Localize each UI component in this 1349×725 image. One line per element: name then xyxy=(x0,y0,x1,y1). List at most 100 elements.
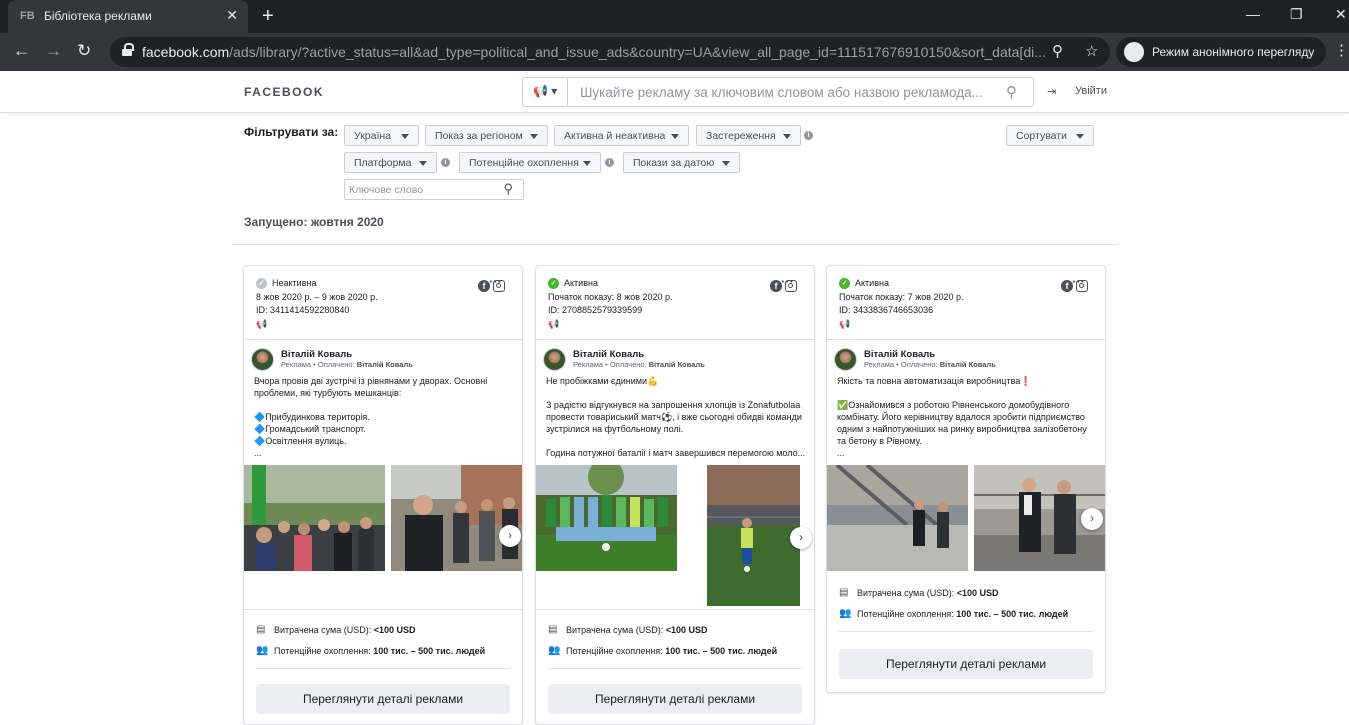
search-separator xyxy=(567,78,568,106)
ad-carousel[interactable]: › xyxy=(536,465,814,606)
ad-stats: ▤ Витрачена сума (USD): <100 USD 👥 Потенці… xyxy=(536,610,814,669)
keyword-input[interactable]: Ключове слово ⚲ xyxy=(344,179,524,200)
close-window-icon[interactable]: ✕ xyxy=(1335,6,1347,23)
page-name[interactable]: Віталій Коваль xyxy=(864,349,935,360)
filter-region[interactable]: Показ за регіоном xyxy=(425,125,548,146)
browser-menu-icon[interactable]: ⋮ xyxy=(1334,41,1349,59)
money-icon: ▤ xyxy=(839,587,849,598)
avatar[interactable] xyxy=(834,348,857,371)
platform-info-icon[interactable]: i xyxy=(441,158,450,167)
ad-carousel[interactable]: › xyxy=(827,465,1105,571)
money-icon: ▤ xyxy=(256,624,266,635)
ad-search-box[interactable]: 📢 ▾ Шукайте рекламу за ключовим словом а… xyxy=(522,77,1034,107)
carousel-image[interactable] xyxy=(827,465,968,571)
avatar[interactable] xyxy=(543,348,566,371)
more-options-icon[interactable]: ··· xyxy=(781,274,794,289)
ad-card-meta: ✓ Активна Початок показу: 8 жов 2020 р. … xyxy=(536,266,814,340)
see-ad-details-button[interactable]: Переглянути деталі реклами xyxy=(548,684,802,714)
carousel-next-icon[interactable]: › xyxy=(790,527,812,549)
spent-row: ▤ Витрачена сума (USD): <100 USD xyxy=(839,587,999,598)
page-name[interactable]: Віталій Коваль xyxy=(573,349,644,360)
ad-status: ✓ Неактивна xyxy=(256,278,316,289)
megaphone-icon: 📢 xyxy=(256,319,268,329)
disclaimers-info-icon[interactable]: i xyxy=(804,131,813,140)
reach-info-icon[interactable]: i xyxy=(605,158,614,167)
ad-card-meta: ✓ Активна Початок показу: 7 жов 2020 р. … xyxy=(827,266,1105,340)
megaphone-icon: 📢 xyxy=(548,319,560,329)
browser-nav-bar: ← → ↻ facebook.com/ads/library/?active_s… xyxy=(0,33,1349,71)
stats-divider xyxy=(548,668,802,669)
ad-dates: 8 жов 2020 р. – 9 жов 2020 р. xyxy=(256,292,378,302)
carousel-image[interactable] xyxy=(244,465,385,571)
filter-label: Фільтрувати за: xyxy=(244,125,339,139)
ad-text: Якість та повна автоматизація виробництв… xyxy=(837,376,1087,458)
ad-text: Вчора провів дві зустрічі із рівнянами у… xyxy=(254,376,488,458)
section-divider xyxy=(232,244,1118,245)
people-icon: 👥 xyxy=(256,645,269,656)
sponsored-line: Реклама • Оплачено: Віталій Коваль xyxy=(281,360,413,369)
incognito-label: Режим анонімного перегляду xyxy=(1152,45,1315,59)
ad-id: ID: 3411414592280840 xyxy=(256,305,350,315)
sponsored-line: Реклама • Оплачено: Віталій Коваль xyxy=(573,360,705,369)
ad-card: ✓ Неактивна 8 жов 2020 р. – 9 жов 2020 р… xyxy=(243,265,523,725)
lock-icon[interactable] xyxy=(122,43,134,56)
tab-title: Бібліотека реклами xyxy=(44,9,152,23)
sponsored-line: Реклама • Оплачено: Віталій Коваль xyxy=(864,360,996,369)
facebook-logo[interactable]: FACEBOOK xyxy=(244,85,324,99)
url-text[interactable]: facebook.com/ads/library/?active_status=… xyxy=(142,44,1047,60)
forward-icon[interactable]: → xyxy=(45,41,62,61)
avatar[interactable] xyxy=(251,348,274,371)
incognito-icon xyxy=(1124,42,1144,62)
people-icon: 👥 xyxy=(839,608,852,619)
close-tab-icon[interactable]: ✕ xyxy=(226,7,238,24)
filter-reach[interactable]: Потенційне охоплення xyxy=(459,152,601,173)
more-options-icon[interactable]: ··· xyxy=(1072,274,1085,289)
filter-disclaimers[interactable]: Застереження xyxy=(696,125,801,146)
carousel-next-icon[interactable]: › xyxy=(499,525,521,547)
active-status-icon: ✓ xyxy=(839,278,850,289)
spent-row: ▤ Витрачена сума (USD): <100 USD xyxy=(548,624,708,635)
ad-page-header: Віталій Коваль Реклама • Оплачено: Вітал… xyxy=(244,340,522,374)
inactive-status-icon: ✓ xyxy=(256,278,267,289)
carousel-image[interactable] xyxy=(707,465,800,606)
ad-card: ✓ Активна Початок показу: 7 жов 2020 р. … xyxy=(826,265,1106,693)
carousel-next-icon[interactable]: › xyxy=(1081,508,1103,530)
reload-icon[interactable]: ↻ xyxy=(77,41,91,61)
filter-platform[interactable]: Платформа xyxy=(344,152,437,173)
ad-id: ID: 2708852579339599 xyxy=(548,305,643,315)
fb-header: FACEBOOK 📢 ▾ Шукайте рекламу за ключовим… xyxy=(0,71,1349,113)
filter-dates[interactable]: Покази за датою xyxy=(623,152,740,173)
zoom-search-icon[interactable]: ⚲ xyxy=(1052,42,1063,60)
people-icon: 👥 xyxy=(548,645,561,656)
back-icon[interactable]: ← xyxy=(13,41,30,61)
see-ad-details-button[interactable]: Переглянути деталі реклами xyxy=(839,649,1093,679)
login-link[interactable]: ⇥ Увійти xyxy=(1047,83,1107,98)
ad-id: ID: 3433836746653036 xyxy=(839,305,934,315)
bookmark-star-icon[interactable]: ☆ xyxy=(1085,42,1098,60)
search-icon[interactable]: ⚲ xyxy=(1006,83,1017,101)
ad-carousel[interactable]: › xyxy=(244,465,522,571)
ad-page-header: Віталій Коваль Реклама • Оплачено: Вітал… xyxy=(827,340,1105,374)
filter-country[interactable]: Україна xyxy=(344,125,419,146)
more-options-icon[interactable]: ··· xyxy=(489,274,502,289)
see-ad-details-button[interactable]: Переглянути деталі реклами xyxy=(256,684,510,714)
carousel-image[interactable] xyxy=(536,465,677,571)
keyword-search-icon[interactable]: ⚲ xyxy=(503,181,513,197)
address-bar[interactable]: facebook.com/ads/library/?active_status=… xyxy=(110,37,1110,67)
carousel-spacer xyxy=(244,571,522,609)
ad-dates: Початок показу: 7 жов 2020 р. xyxy=(839,292,964,302)
new-tab-icon[interactable]: + xyxy=(262,5,274,28)
page-name[interactable]: Віталій Коваль xyxy=(281,349,352,360)
money-icon: ▤ xyxy=(548,624,558,635)
sort-button[interactable]: Сортувати xyxy=(1006,125,1094,146)
launched-heading: Запущено: жовтня 2020 xyxy=(244,215,384,229)
spent-row: ▤ Витрачена сума (USD): <100 USD xyxy=(256,624,416,635)
incognito-badge[interactable]: Режим анонімного перегляду xyxy=(1116,37,1326,67)
stats-divider xyxy=(256,668,510,669)
minimize-icon[interactable]: — xyxy=(1246,6,1260,22)
restore-icon[interactable]: ❐ xyxy=(1290,6,1303,23)
browser-tab[interactable]: FB Бібліотека реклами ✕ xyxy=(8,0,248,33)
filter-status[interactable]: Активна й неактивна xyxy=(554,125,689,146)
carousel-image[interactable] xyxy=(391,465,522,571)
megaphone-dropdown-icon[interactable]: 📢 ▾ xyxy=(533,84,557,98)
